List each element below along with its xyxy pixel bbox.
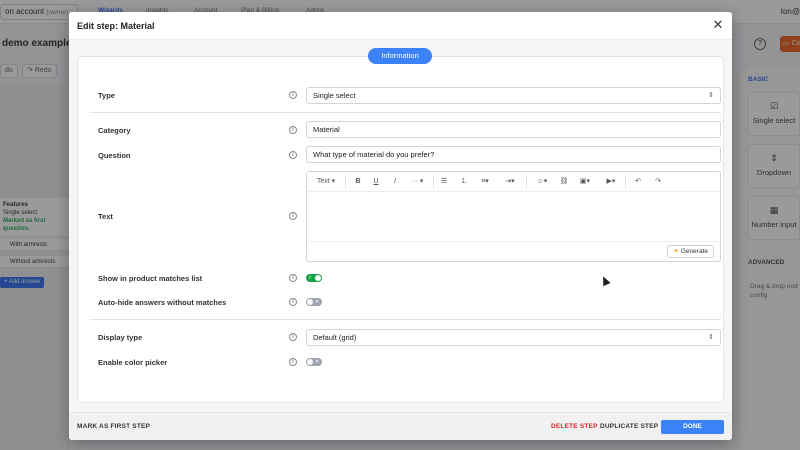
category-input[interactable]: Material (306, 121, 721, 138)
toggle-knob (307, 359, 313, 365)
undo-icon[interactable]: ↶ (633, 176, 643, 188)
toolbar-divider (345, 175, 346, 189)
display-type-label: Display type (98, 333, 143, 342)
display-type-select[interactable]: Default (grid) ⇕ (306, 329, 721, 346)
modal-header: Edit step: Material ✕ (69, 12, 732, 40)
divider (90, 319, 721, 320)
video-icon[interactable]: ▶▾ (604, 176, 618, 188)
divider (90, 112, 721, 113)
underline-icon[interactable]: U (371, 176, 381, 188)
question-input[interactable]: What type of material do you prefer? (306, 146, 721, 163)
type-label: Type (98, 91, 115, 100)
close-icon[interactable]: ✕ (712, 18, 724, 31)
info-icon[interactable]: i (289, 151, 297, 159)
link-icon[interactable]: ⛓ (559, 176, 569, 188)
modal-footer: MARK AS FIRST STEP DELETE STEP DUPLICATE… (69, 412, 732, 440)
image-icon[interactable]: ▣▾ (578, 176, 592, 188)
info-icon[interactable]: i (289, 91, 297, 99)
editor-content-area[interactable] (307, 193, 720, 241)
info-icon[interactable]: i (289, 298, 297, 306)
done-button[interactable]: DONE (661, 420, 724, 434)
color-picker-toggle[interactable]: ✕ (306, 358, 322, 366)
emoji-icon[interactable]: ☺▾ (535, 176, 549, 188)
info-icon[interactable]: i (289, 274, 297, 282)
text-style-dropdown[interactable]: Text ▾ (313, 176, 339, 188)
category-label: Category (98, 126, 131, 135)
duplicate-step-button[interactable]: DUPLICATE STEP (600, 423, 658, 430)
align-icon[interactable]: ≡▾ (478, 176, 492, 188)
indent-icon[interactable]: ⇥▾ (502, 176, 518, 188)
color-picker-label: Enable color picker (98, 358, 168, 367)
generate-label: Generate (680, 248, 708, 255)
italic-icon[interactable]: I (390, 176, 400, 188)
toolbar-divider (526, 175, 527, 189)
redo-icon[interactable]: ↷ (653, 176, 663, 188)
show-in-matches-label: Show in product matches list (98, 274, 203, 283)
info-icon[interactable]: i (289, 358, 297, 366)
information-section-pill[interactable]: Information (368, 48, 432, 64)
x-icon: ✕ (315, 299, 320, 305)
bullet-list-icon[interactable]: ☰ (439, 176, 449, 188)
display-type-value: Default (grid) (313, 333, 357, 342)
chevron-updown-icon: ⇕ (708, 92, 714, 99)
question-label: Question (98, 151, 131, 160)
text-style-label: Text (316, 178, 330, 185)
type-select-value: Single select (313, 91, 356, 100)
delete-step-button[interactable]: DELETE STEP (551, 423, 598, 430)
rich-text-editor: Text ▾ B U I ··· ▾ ☰ ⒈ ≡▾ ⇥▾ ☺▾ ⛓ ▣▾ ▶▾ … (306, 171, 721, 262)
toggle-knob (315, 275, 321, 281)
step-form-panel: Type i Single select ⇕ Category i Materi… (77, 56, 724, 403)
editor-toolbar: Text ▾ B U I ··· ▾ ☰ ⒈ ≡▾ ⇥▾ ☺▾ ⛓ ▣▾ ▶▾ … (307, 172, 720, 192)
type-select[interactable]: Single select ⇕ (306, 87, 721, 104)
modal-title: Edit step: Material (77, 21, 155, 31)
text-label: Text (98, 212, 113, 221)
numbered-list-icon[interactable]: ⒈ (459, 176, 469, 188)
mark-first-step-button[interactable]: MARK AS FIRST STEP (77, 423, 150, 430)
sparkle-icon: ✦ (673, 248, 679, 255)
info-icon[interactable]: i (289, 333, 297, 341)
bold-icon[interactable]: B (353, 176, 363, 188)
x-icon: ✕ (315, 359, 320, 365)
more-formatting-label: ··· (410, 178, 418, 185)
edit-step-modal: Edit step: Material ✕ Type i Single sele… (69, 12, 732, 440)
toolbar-divider (433, 175, 434, 189)
auto-hide-toggle[interactable]: ✕ (306, 298, 322, 306)
auto-hide-label: Auto-hide answers without matches (98, 298, 227, 307)
show-in-matches-toggle[interactable]: ✓ (306, 274, 322, 282)
check-icon: ✓ (308, 275, 313, 281)
generate-button[interactable]: ✦ Generate (667, 245, 714, 258)
toolbar-divider (625, 175, 626, 189)
more-formatting-icon[interactable]: ··· ▾ (408, 176, 426, 188)
chevron-updown-icon: ⇕ (708, 334, 714, 341)
info-icon[interactable]: i (289, 212, 297, 220)
toggle-knob (307, 299, 313, 305)
editor-footer: ✦ Generate (307, 241, 720, 261)
info-icon[interactable]: i (289, 126, 297, 134)
